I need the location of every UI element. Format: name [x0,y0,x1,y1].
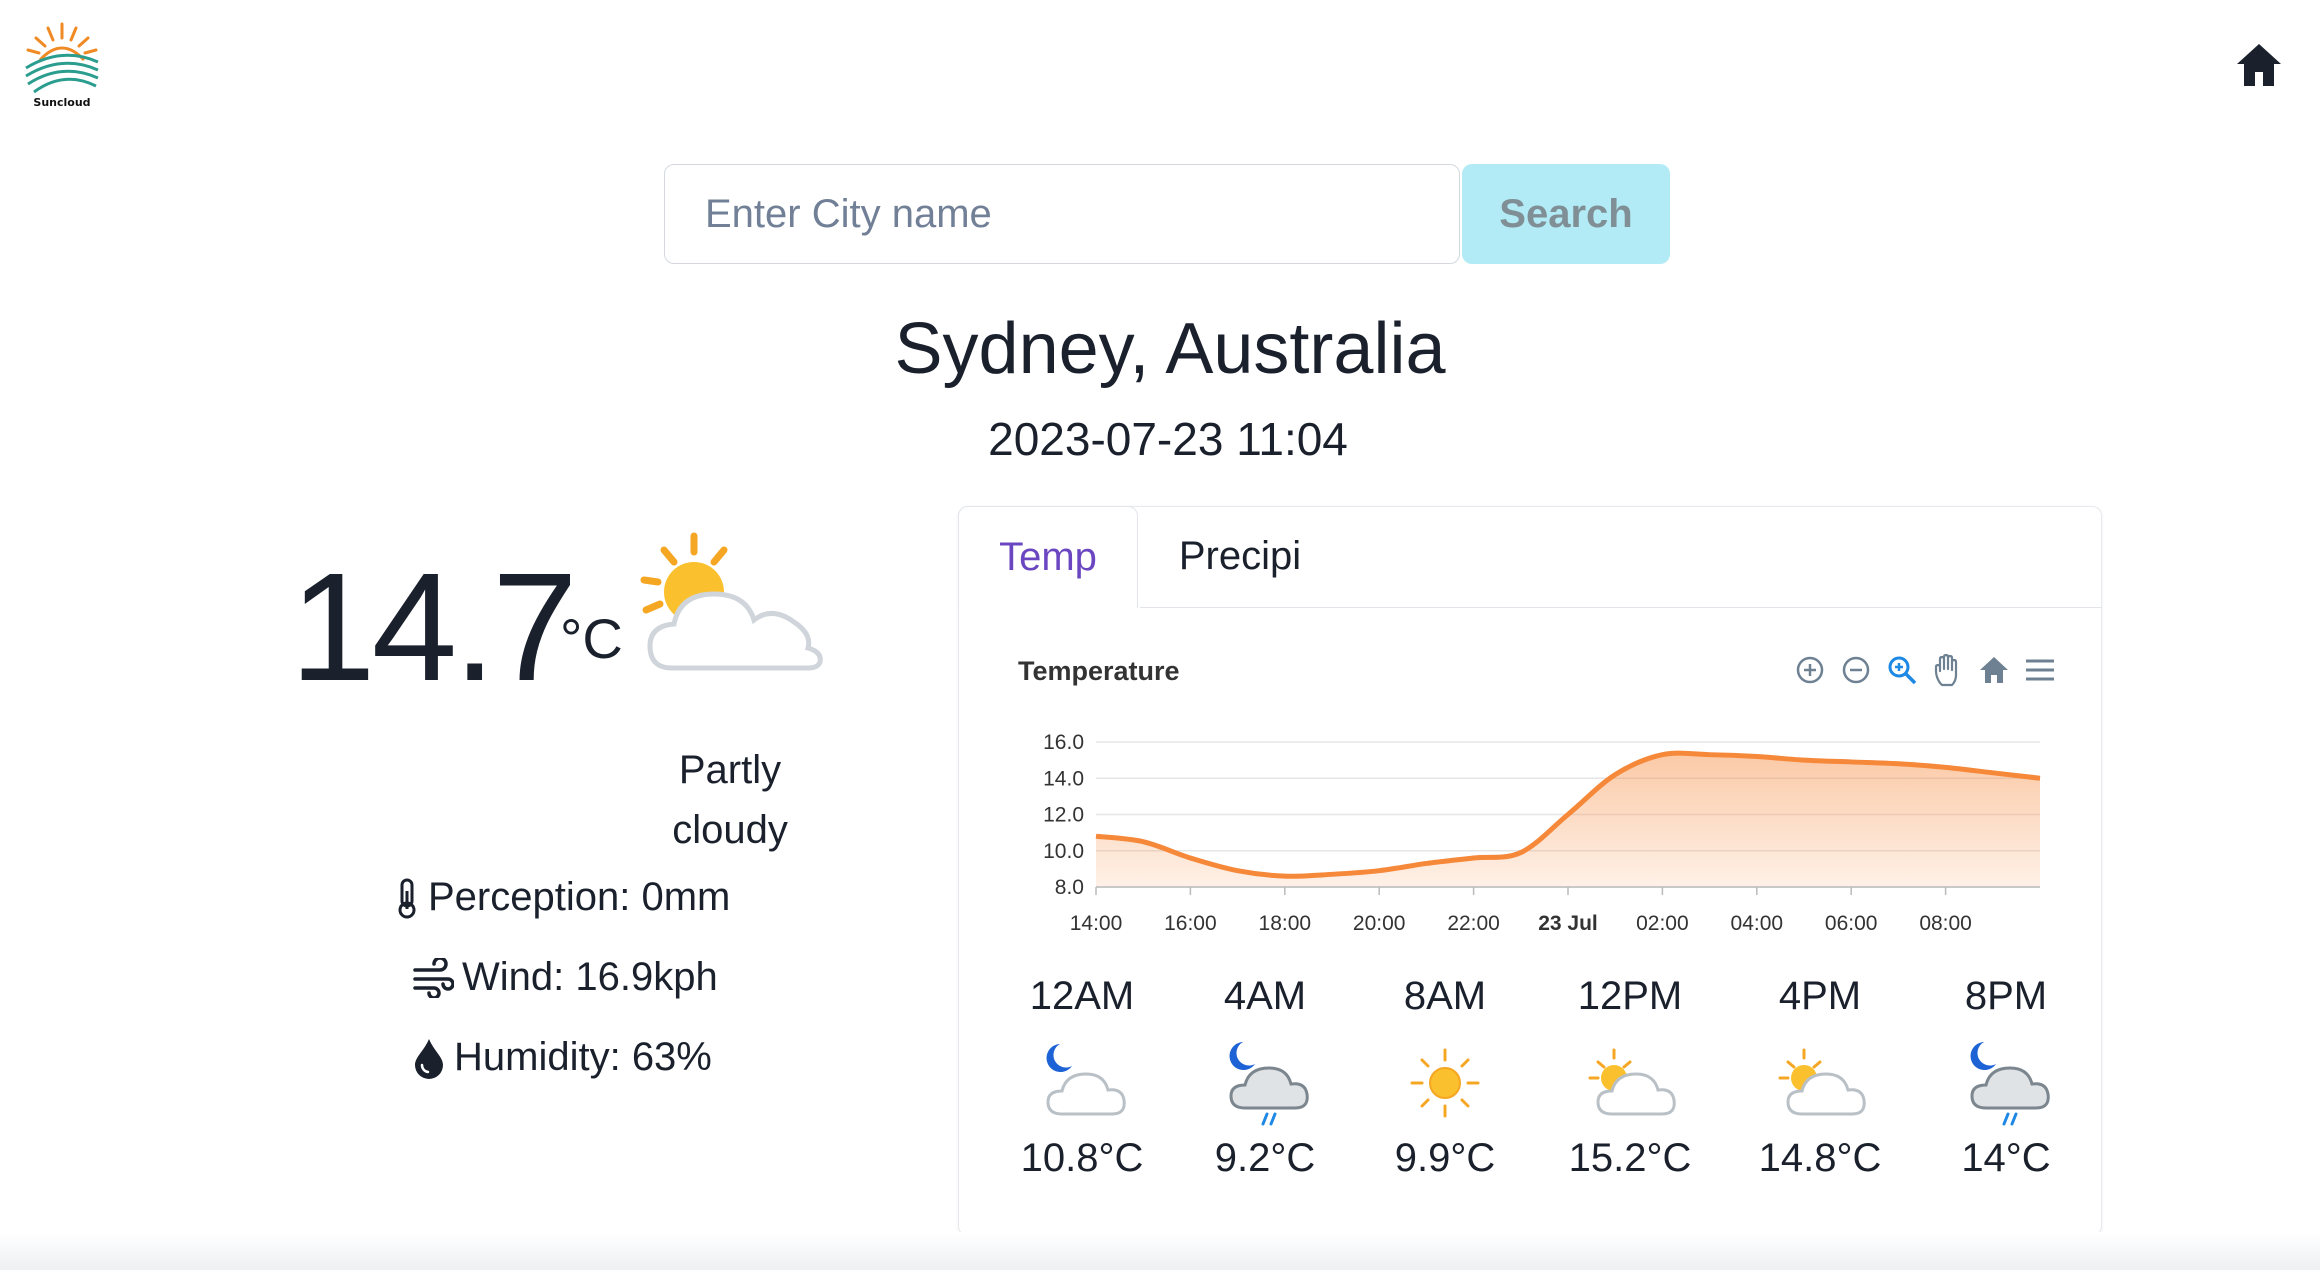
hourly-item: 8PM 14°C [1916,974,2096,1181]
current-temperature: 14.7 [290,541,578,713]
hourly-temp: 10.8°C [1020,1136,1144,1180]
magnifier-icon [1888,656,1917,685]
pan-hand-icon [1934,653,1958,687]
brand-name: Suncloud [33,96,91,109]
hourly-time: 4AM [1223,974,1307,1018]
condition-line-2: cloudy [672,808,788,852]
partly-cloudy-day-icon [640,532,823,671]
hourly-time: 8AM [1403,974,1487,1018]
hourly-time: 8PM [1964,974,2048,1018]
wind-detail: Wind: 16.9kph [412,955,718,1000]
x-tick-label: 02:00 [1636,912,1689,935]
y-tick-label: 12.0 [1043,804,1084,827]
city-search-input[interactable] [664,164,1460,264]
y-tick-label: 8.0 [1055,876,1084,899]
x-tick-label: 04:00 [1731,912,1784,935]
selection-zoom-button[interactable] [1884,652,1920,688]
hourly-item: 12AM 10.8°C [992,974,1172,1181]
hourly-time: 4PM [1778,974,1862,1018]
humidity-text: Humidity: 63% [454,1035,712,1079]
wind-text: Wind: 16.9kph [462,955,718,999]
sun-waves-logo-icon [25,22,99,94]
x-tick-label: 18:00 [1259,912,1312,935]
home-icon [2237,44,2281,86]
x-tick-label: 06:00 [1825,912,1878,935]
perception-detail: Perception: 0mm [394,875,730,920]
x-tick-label: 23 Jul [1538,912,1598,935]
reset-zoom-button[interactable] [1976,652,2012,688]
local-datetime: 2023-07-23 11:04 [988,413,1348,465]
reset-home-icon [1980,657,2008,683]
water-drop-icon [415,1038,443,1079]
y-tick-label: 16.0 [1043,731,1084,754]
partly-cloudy-day-icon [1778,1048,1866,1116]
zoom-in-icon [1796,656,1824,684]
hourly-time: 12AM [1029,974,1135,1018]
hourly-item: 4AM 9.2°C [1175,974,1355,1181]
x-tick-label: 08:00 [1919,912,1972,935]
wind-icon [413,957,454,998]
sunny-icon [1410,1048,1480,1118]
x-tick-label: 14:00 [1070,912,1123,935]
hourly-item: 4PM 14.8°C [1730,974,1910,1181]
hourly-temp: 14°C [1961,1136,2051,1180]
hourly-temp: 15.2°C [1568,1136,1692,1180]
zoom-out-icon [1842,656,1870,684]
temperature-chart: 8.0 10.0 12.0 14.0 16.0 14:00 16:00 18:00 20:00 2… [1043,731,2041,935]
x-tick-label: 16:00 [1164,912,1217,935]
menu-icon [2026,659,2054,681]
condition-text: Partly cloudy [630,740,830,860]
hourly-item: 8AM 9.9°C [1355,974,1535,1181]
hourly-item: 12PM 15.2°C [1540,974,1720,1181]
y-tick-label: 14.0 [1043,767,1084,790]
chart-title: Temperature [1018,656,1180,686]
brand-logo[interactable]: Suncloud [20,18,104,114]
bottom-shadow [0,1232,2320,1270]
tab-temp[interactable]: Temp [958,506,1138,608]
hourly-temp: 9.9°C [1394,1136,1496,1180]
tab-precipitation[interactable]: Precipi [1140,506,1340,606]
hourly-time: 12PM [1577,974,1683,1018]
partly-cloudy-night-icon [1046,1044,1126,1116]
temperature-area [1096,753,2040,887]
x-tick-label: 20:00 [1353,912,1406,935]
night-rain-icon [1970,1042,2050,1126]
thermometer-icon [398,878,416,918]
hourly-temp: 9.2°C [1214,1136,1316,1180]
x-tick-label: 22:00 [1447,912,1500,935]
chart-menu-button[interactable] [2022,652,2058,688]
condition-line-1: Partly [678,748,782,792]
search-button[interactable]: Search [1462,164,1670,264]
y-tick-label: 10.0 [1043,840,1084,863]
humidity-detail: Humidity: 63% [412,1035,712,1080]
perception-text: Perception: 0mm [428,875,731,919]
pan-button[interactable] [1930,652,1966,688]
night-rain-icon [1229,1042,1309,1126]
home-button[interactable] [2234,40,2284,90]
zoom-in-button[interactable] [1792,652,1828,688]
tabs-divider [1140,607,2102,608]
location-title: Sydney, Australia [894,309,1446,389]
hourly-temp: 14.8°C [1758,1136,1882,1180]
partly-cloudy-day-icon [1588,1048,1676,1116]
temperature-unit: °C [560,607,623,670]
chart-toolbar [1792,652,2058,688]
zoom-out-button[interactable] [1838,652,1874,688]
